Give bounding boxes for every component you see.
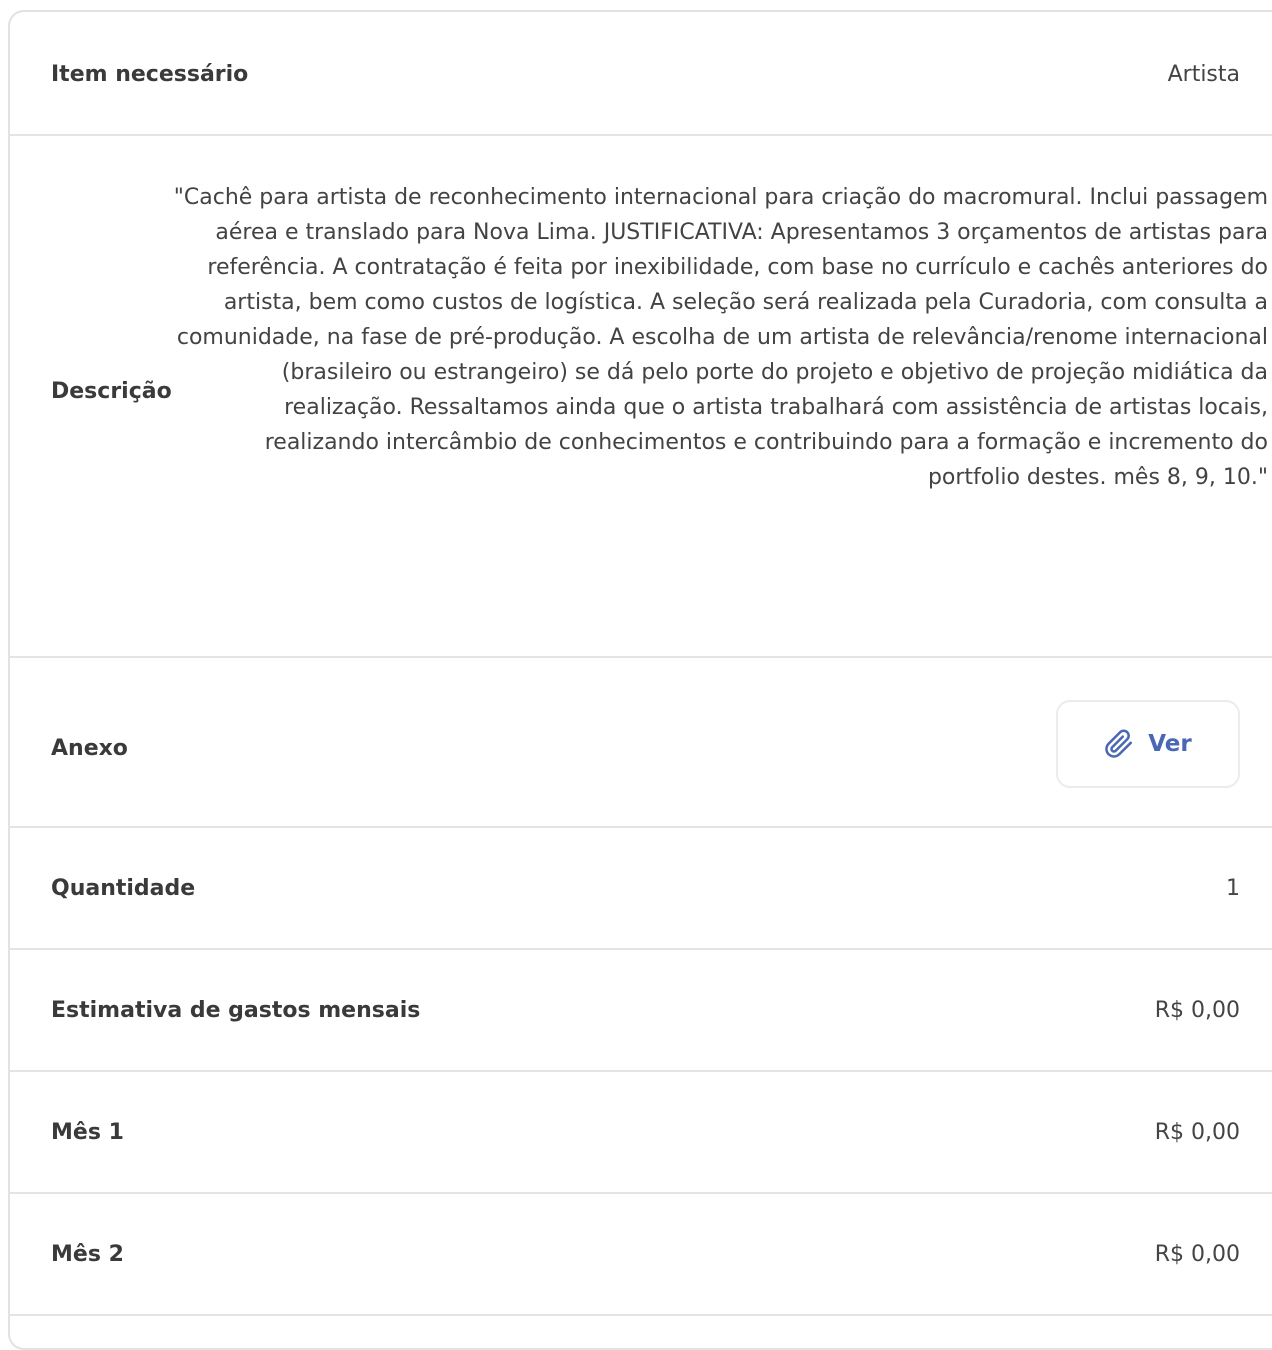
row-descricao: Descrição "Cachê para artista de reconhe…: [10, 136, 1272, 658]
row-quantidade: Quantidade 1: [10, 828, 1272, 950]
row-item-necessario: Item necessário Artista: [10, 12, 1272, 136]
row-estimativa: Estimativa de gastos mensais R$ 0,00: [10, 950, 1272, 1072]
row-mes-2: Mês 2 R$ 0,00: [10, 1194, 1272, 1316]
estimativa-value: R$ 0,00: [1154, 998, 1240, 1023]
mes2-value: R$ 0,00: [1154, 1242, 1240, 1267]
quantidade-label: Quantidade: [51, 876, 196, 901]
descricao-label: Descrição: [51, 379, 172, 404]
anexo-label: Anexo: [51, 736, 128, 761]
item-label: Item necessário: [51, 62, 249, 87]
paperclip-icon: [1104, 729, 1134, 759]
mes1-value: R$ 0,00: [1154, 1120, 1240, 1145]
details-card: Item necessário Artista Descrição "Cachê…: [8, 10, 1272, 1350]
view-attachment-button[interactable]: Ver: [1056, 700, 1240, 788]
row-mes-1: Mês 1 R$ 0,00: [10, 1072, 1272, 1194]
mes2-label: Mês 2: [51, 1242, 124, 1267]
descricao-value: "Cachê para artista de reconhecimento in…: [173, 185, 1268, 490]
item-value: Artista: [1167, 62, 1240, 87]
row-anexo: Anexo Ver: [10, 658, 1272, 828]
ver-button-label: Ver: [1148, 731, 1192, 757]
quantidade-value: 1: [1226, 876, 1240, 901]
estimativa-label: Estimativa de gastos mensais: [51, 998, 421, 1023]
mes1-label: Mês 1: [51, 1120, 124, 1145]
